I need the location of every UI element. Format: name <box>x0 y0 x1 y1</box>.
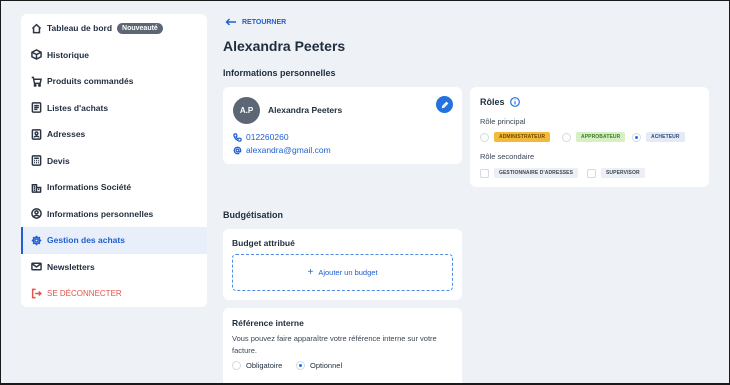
sidebar-item-newsletters[interactable]: Newsletters <box>21 254 207 281</box>
phone-link[interactable]: 012260260 <box>233 132 289 142</box>
sidebar-item-label: SE DÉCONNECTER <box>47 288 122 298</box>
sidebar-item-label: Produits commandés <box>47 76 134 87</box>
mail-icon <box>29 260 43 274</box>
plus-icon: + <box>307 267 314 278</box>
budget-heading: Budgétisation <box>223 210 283 220</box>
secondary-role-label: Rôle secondaire <box>480 152 535 161</box>
radio-administrateur[interactable] <box>480 133 489 142</box>
add-budget-button[interactable]: + Ajouter un budget <box>232 254 453 291</box>
info-icon[interactable] <box>509 97 520 107</box>
radio-acheteur[interactable] <box>632 133 641 142</box>
sidebar-item-label: Tableau de bord <box>47 23 113 34</box>
roles-heading: Rôles <box>480 97 520 107</box>
sidebar-item-label: Adresses <box>47 129 86 140</box>
sidebar-item-label: Informations personnelles <box>47 208 154 219</box>
sidebar-item-history[interactable]: Historique <box>21 42 207 69</box>
box-icon <box>29 48 43 62</box>
arrow-left-icon <box>225 18 236 26</box>
person-card: A.P Alexandra Peeters 012260260 alexandr… <box>223 87 462 164</box>
sidebar-item-personal-info[interactable]: Informations personnelles <box>21 201 207 228</box>
cart-icon <box>29 74 43 88</box>
sidebar-item-addresses[interactable]: Adresses <box>21 121 207 148</box>
sidebar-item-shopping-lists[interactable]: Listes d'achats <box>21 95 207 122</box>
user-icon <box>29 207 43 221</box>
app-frame: Tableau de bord Nouveauté Historique Pro… <box>1 1 729 383</box>
checkbox-gestionnaire-adresses[interactable] <box>480 169 489 178</box>
sidebar-item-dashboard[interactable]: Tableau de bord Nouveauté <box>21 15 207 42</box>
personal-info-heading: Informations personnelles <box>223 68 336 78</box>
gear-icon <box>29 233 43 247</box>
internal-reference-title: Référence interne <box>232 318 304 328</box>
radio-optionnel[interactable] <box>296 361 305 370</box>
calculator-icon <box>29 154 43 168</box>
page-title: Alexandra Peeters <box>223 38 346 54</box>
building-icon <box>29 180 43 194</box>
internal-reference-description: Vous pouvez faire apparaître votre référ… <box>232 334 437 355</box>
logout-button[interactable]: SE DÉCONNECTER <box>21 280 207 307</box>
at-icon <box>233 146 242 154</box>
email-link[interactable]: alexandra@gmail.com <box>233 145 331 155</box>
primary-role-label: Rôle principal <box>480 117 526 126</box>
list-icon <box>29 101 43 115</box>
logout-icon <box>29 286 43 300</box>
sidebar: Tableau de bord Nouveauté Historique Pro… <box>21 14 207 307</box>
phone-icon <box>233 132 242 142</box>
checkbox-supervisor[interactable] <box>587 169 596 178</box>
role-tag-approbateur: APPROBATEUR <box>576 132 626 142</box>
sidebar-item-ordered-products[interactable]: Produits commandés <box>21 68 207 95</box>
sidebar-item-company-info[interactable]: Informations Société <box>21 174 207 201</box>
address-icon <box>29 127 43 141</box>
sidebar-item-label: Newsletters <box>47 261 95 272</box>
option-label-obligatoire: Obligatoire <box>246 361 283 370</box>
new-badge: Nouveauté <box>117 22 163 34</box>
back-link[interactable]: RETOURNER <box>225 18 286 26</box>
back-label: RETOURNER <box>242 18 287 26</box>
sidebar-item-label: Informations Société <box>47 182 132 193</box>
radio-approbateur[interactable] <box>562 133 571 142</box>
add-budget-label: Ajouter un budget <box>318 268 378 277</box>
phone-number: 012260260 <box>246 132 289 142</box>
internal-reference-card: Référence interne Vous pouvez faire appa… <box>223 308 462 383</box>
role-tag-administrateur: ADMINISTRATEUR <box>494 132 551 142</box>
roles-card: Rôles Rôle principal ADMINISTRATEUR APPR… <box>470 87 709 187</box>
role-tag-supervisor: SUPERVISOR <box>601 168 645 178</box>
person-name: Alexandra Peeters <box>268 105 343 115</box>
roles-title: Rôles <box>480 97 505 107</box>
budget-card: Budget attribué + Ajouter un budget <box>223 229 462 300</box>
edit-button[interactable] <box>436 96 453 113</box>
sidebar-item-quotes[interactable]: Devis <box>21 148 207 175</box>
role-tag-gestionnaire-adresses: GESTIONNAIRE D'ADRESSES <box>494 168 579 178</box>
sidebar-item-label: Devis <box>47 155 70 166</box>
email-address: alexandra@gmail.com <box>246 145 331 155</box>
sidebar-item-label: Listes d'achats <box>47 102 109 113</box>
pencil-icon <box>441 101 448 108</box>
sidebar-item-label: Historique <box>47 49 90 60</box>
sidebar-item-purchase-management[interactable]: Gestion des achats <box>21 227 207 254</box>
home-icon <box>29 21 43 35</box>
role-tag-acheteur: ACHETEUR <box>646 132 685 142</box>
radio-obligatoire[interactable] <box>232 361 241 370</box>
option-label-optionnel: Optionnel <box>310 361 343 370</box>
avatar: A.P <box>233 97 260 124</box>
sidebar-item-label: Gestion des achats <box>47 235 125 246</box>
budget-card-title: Budget attribué <box>232 238 295 248</box>
